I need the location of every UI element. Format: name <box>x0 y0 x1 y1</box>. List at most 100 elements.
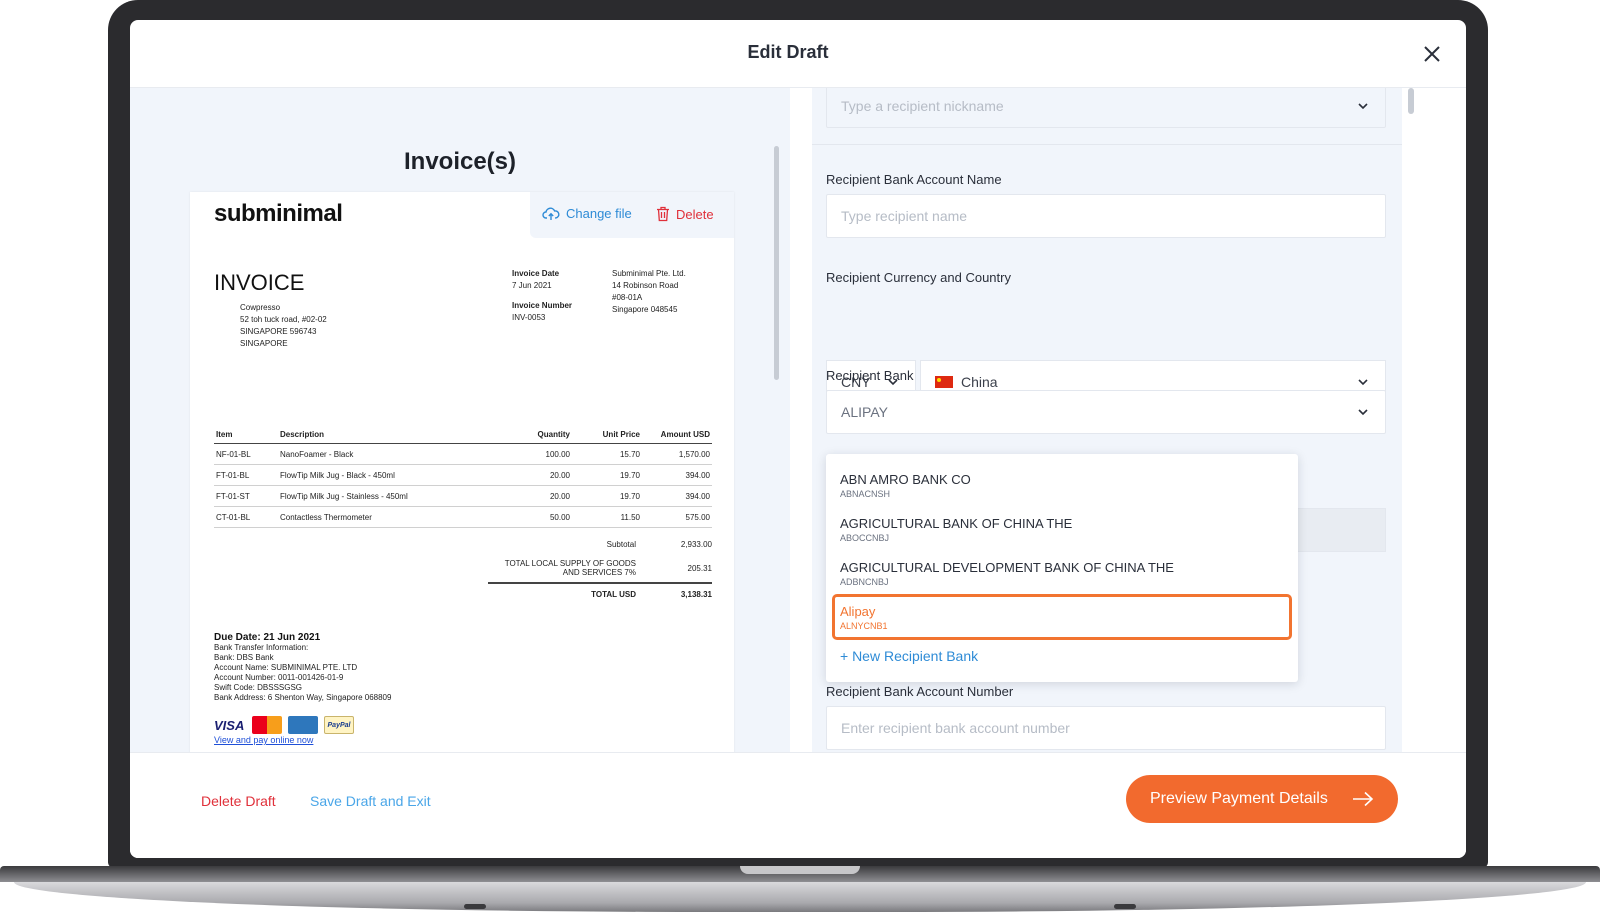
invoice-meta: Invoice Date 7 Jun 2021 Invoice Number I… <box>512 268 572 324</box>
bank-option-name: AGRICULTURAL BANK OF CHINA THE <box>840 516 1073 531</box>
delete-file-label: Delete <box>676 206 714 222</box>
column-header: Item <box>214 428 278 444</box>
bill-to-line: SINGAPORE 596743 <box>240 327 317 336</box>
chevron-down-icon <box>1358 103 1368 110</box>
table-cell: FT-01-BL <box>214 464 278 486</box>
invoice-heading: INVOICE <box>214 270 305 295</box>
bank-info-line: Bank: DBS Bank <box>214 653 274 662</box>
subtotal-row: Subtotal 2,933.00 <box>488 534 712 554</box>
total-label: TOTAL USD <box>591 589 636 599</box>
subtotal-label: Subtotal <box>606 539 636 549</box>
bank-option[interactable]: AGRICULTURAL DEVELOPMENT BANK OF CHINA T… <box>832 548 1292 592</box>
bank-option-name: Alipay <box>840 604 876 619</box>
column-header: Quantity <box>508 428 572 444</box>
account-number-input[interactable]: Enter recipient bank account number <box>826 706 1386 750</box>
change-file-button[interactable]: Change file <box>542 206 632 221</box>
mastercard-logo <box>252 716 282 734</box>
table-cell: 50.00 <box>508 506 572 528</box>
recipient-bank-value: ALIPAY <box>841 404 888 420</box>
column-header: Unit Price <box>572 428 642 444</box>
bank-option[interactable]: ABN AMRO BANK CO ABNACNSH <box>832 460 1292 504</box>
seller-line: #08-01A <box>612 293 643 302</box>
table-cell: 15.70 <box>572 443 642 465</box>
invoice-scrollbar[interactable] <box>774 146 779 380</box>
account-number-placeholder: Enter recipient bank account number <box>841 720 1070 736</box>
bank-option-code: ABOCCNBJ <box>840 533 890 543</box>
laptop-foot <box>464 904 486 909</box>
table-cell: 19.70 <box>572 485 642 507</box>
invoice-items-table: Item Description Quantity Unit Price Amo… <box>214 428 712 528</box>
table-row: FT-01-BL FlowTip Milk Jug - Black - 450m… <box>214 464 712 486</box>
delete-draft-button[interactable]: Delete Draft <box>201 793 276 809</box>
table-cell: 20.00 <box>508 485 572 507</box>
bank-info-line: Bank Transfer Information: <box>214 643 309 652</box>
save-draft-button[interactable]: Save Draft and Exit <box>310 793 431 809</box>
close-icon <box>1424 46 1440 62</box>
column-header: Description <box>278 428 508 444</box>
arrow-right-icon <box>1353 791 1374 807</box>
recipient-nickname-select[interactable]: Type a recipient nickname <box>826 88 1386 128</box>
due-date: Due Date: 21 Jun 2021 <box>214 632 321 643</box>
form-scrollbar[interactable] <box>1408 88 1414 114</box>
visa-logo: VISA <box>214 717 245 733</box>
edit-draft-modal: Edit Draft Invoice(s) subminimal Change … <box>130 20 1466 858</box>
bill-to-line: 52 toh tuck road, #02-02 <box>240 315 327 324</box>
recipient-nickname-placeholder: Type a recipient nickname <box>841 98 1004 114</box>
china-flag-icon <box>935 376 953 388</box>
gst-label: TOTAL LOCAL SUPPLY OF GOODS AND SERVICES… <box>504 559 636 577</box>
divider <box>812 144 1402 145</box>
total-value: 3,138.31 <box>680 589 712 599</box>
account-number-label: Recipient Bank Account Number <box>826 684 1014 699</box>
chevron-down-icon <box>1358 409 1368 416</box>
bank-option-name: ABN AMRO BANK CO <box>840 472 971 487</box>
new-recipient-bank-link[interactable]: + New Recipient Bank <box>840 648 978 664</box>
table-cell: 20.00 <box>508 464 572 486</box>
pay-online-link[interactable]: View and pay online now <box>214 735 313 745</box>
bank-info-line: Account Number: 0011-001426-01-9 <box>214 673 344 682</box>
close-button[interactable] <box>1420 42 1444 66</box>
bill-to-address: Cowpresso 52 toh tuck road, #02-02 SINGA… <box>240 302 327 350</box>
bank-option-code: ALNYCNB1 <box>840 621 888 631</box>
seller-line: Subminimal Pte. Ltd. <box>612 269 686 278</box>
invoice-panel-title: Invoice(s) <box>403 148 517 175</box>
table-header-row: Item Description Quantity Unit Price Amo… <box>214 428 712 444</box>
trash-icon <box>657 206 669 222</box>
table-cell: 19.70 <box>572 464 642 486</box>
account-name-placeholder: Type recipient name <box>841 208 968 224</box>
bill-to-line: Cowpresso <box>240 303 281 312</box>
table-row: CT-01-BL Contactless Thermometer 50.00 1… <box>214 506 712 528</box>
recipient-form: Type a recipient nickname Recipient Bank… <box>812 88 1402 752</box>
column-header: Amount USD <box>642 428 712 444</box>
table-cell: 575.00 <box>642 506 712 528</box>
total-row: TOTAL USD 3,138.31 <box>488 584 712 604</box>
gst-row: TOTAL LOCAL SUPPLY OF GOODS AND SERVICES… <box>488 554 712 584</box>
invoice-number-label: Invoice Number <box>512 301 573 310</box>
account-name-label: Recipient Bank Account Name <box>826 172 1002 187</box>
seller-address: Subminimal Pte. Ltd. 14 Robinson Road #0… <box>612 268 686 316</box>
table-cell: 394.00 <box>642 485 712 507</box>
delete-file-button[interactable]: Delete <box>656 206 714 222</box>
invoice-panel: Invoice(s) subminimal Change file Delete <box>130 88 790 752</box>
chevron-down-icon <box>1358 379 1368 386</box>
bank-option[interactable]: AGRICULTURAL BANK OF CHINA THE ABOCCNBJ <box>832 504 1292 548</box>
bank-option-selected[interactable]: Alipay ALNYCNB1 <box>832 594 1292 640</box>
laptop-foot <box>1114 904 1136 909</box>
account-name-input[interactable]: Type recipient name <box>826 194 1386 238</box>
currency-country-label: Recipient Currency and Country <box>826 270 1011 285</box>
invoice-number: INV-0053 <box>512 313 546 322</box>
recipient-bank-label: Recipient Bank <box>826 368 914 383</box>
country-value: China <box>961 374 998 390</box>
recipient-bank-select[interactable]: ALIPAY <box>826 390 1386 434</box>
table-cell: 11.50 <box>572 506 642 528</box>
table-cell: NanoFoamer - Black <box>278 443 508 465</box>
preview-payment-label: Preview Payment Details <box>1150 790 1328 807</box>
laptop-base-bottom <box>14 882 1586 912</box>
seller-line: 14 Robinson Road <box>612 281 679 290</box>
subtotal-value: 2,933.00 <box>680 539 712 549</box>
payment-logos: VISA PayPal <box>214 716 354 734</box>
bank-option-name: AGRICULTURAL DEVELOPMENT BANK OF CHINA T… <box>840 560 1174 575</box>
table-cell: 1,570.00 <box>642 443 712 465</box>
file-actions: Change file Delete <box>530 192 734 238</box>
preview-payment-button[interactable]: Preview Payment Details <box>1126 775 1398 823</box>
table-row: NF-01-BL NanoFoamer - Black 100.00 15.70… <box>214 443 712 465</box>
